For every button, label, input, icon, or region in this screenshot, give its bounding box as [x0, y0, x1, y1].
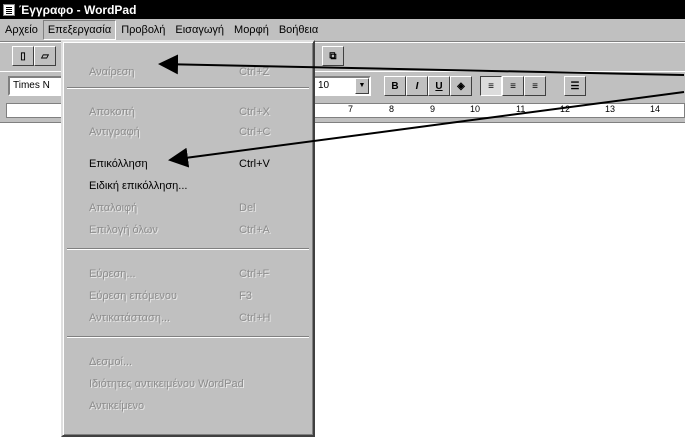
menu-item-find-next[interactable]: Εύρεση επόμενου F3: [89, 288, 311, 304]
menu-bar: Αρχείο Επεξεργασία Προβολή Εισαγωγή Μορφ…: [0, 19, 685, 42]
align-center-icon[interactable]: ≡: [502, 76, 524, 96]
menu-item-links[interactable]: Δεσμοί...: [89, 354, 311, 370]
ruler-mark: 14: [650, 104, 661, 114]
menu-help[interactable]: Βοήθεια: [274, 21, 323, 39]
wordpad-document-icon: [3, 3, 15, 16]
bold-icon[interactable]: B: [384, 76, 406, 96]
ruler-mark: 8: [389, 104, 395, 114]
ruler-mark: 12: [560, 104, 571, 114]
ruler-mark: 7: [348, 104, 354, 114]
open-document-icon[interactable]: ▱: [34, 46, 56, 66]
edit-menu-dropdown: Αναίρεση Ctrl+Z Αποκοπή Ctrl+X Αντιγραφή…: [61, 40, 315, 437]
color-icon[interactable]: ◈: [450, 76, 472, 96]
menu-separator: [67, 248, 309, 250]
bullets-icon[interactable]: ☰: [564, 76, 586, 96]
align-left-icon[interactable]: ≡: [480, 76, 502, 96]
menu-format[interactable]: Μορφή: [229, 21, 274, 39]
menu-separator: [67, 87, 309, 89]
menu-item-paste[interactable]: Επικόλληση Ctrl+V: [89, 156, 311, 172]
new-document-icon[interactable]: ▯: [12, 46, 34, 66]
menu-view[interactable]: Προβολή: [116, 21, 170, 39]
menu-file[interactable]: Αρχείο: [0, 21, 43, 39]
ruler-mark: 11: [516, 104, 526, 114]
ruler-mark: 9: [430, 104, 436, 114]
ruler-mark: 10: [470, 104, 481, 114]
menu-item-replace[interactable]: Αντικατάσταση... Ctrl+H: [89, 310, 311, 326]
insert-object-icon[interactable]: ⧉: [322, 46, 344, 66]
chevron-down-icon[interactable]: ▼: [355, 78, 369, 94]
menu-item-find[interactable]: Εύρεση... Ctrl+F: [89, 266, 311, 282]
menu-item-paste-special[interactable]: Ειδική επικόλληση...: [89, 178, 311, 194]
menu-item-select-all[interactable]: Επιλογή όλων Ctrl+A: [89, 222, 311, 238]
font-name-select[interactable]: Times N: [8, 76, 68, 96]
menu-edit[interactable]: Επεξεργασία: [42, 20, 117, 40]
menu-item-cut[interactable]: Αποκοπή Ctrl+X: [89, 104, 311, 120]
menu-item-object-properties[interactable]: Ιδιότητες αντικειμένου WordPad: [89, 376, 311, 392]
font-size-value: 10: [318, 80, 330, 91]
menu-insert[interactable]: Εισαγωγή: [170, 21, 229, 39]
menu-separator: [67, 336, 309, 338]
font-size-select[interactable]: 10 ▼: [313, 76, 371, 96]
menu-item-undo[interactable]: Αναίρεση Ctrl+Z: [89, 64, 311, 80]
align-right-icon[interactable]: ≡: [524, 76, 546, 96]
italic-icon[interactable]: I: [406, 76, 428, 96]
ruler-mark: 13: [605, 104, 616, 114]
menu-item-object[interactable]: Αντικείμενο: [89, 398, 311, 414]
window-title: Έγγραφο - WordPad: [19, 2, 137, 17]
title-bar: Έγγραφο - WordPad: [0, 0, 685, 19]
menu-item-copy[interactable]: Αντιγραφή Ctrl+C: [89, 124, 311, 140]
menu-item-clear[interactable]: Απαλοιφή Del: [89, 200, 311, 216]
underline-icon[interactable]: U: [428, 76, 450, 96]
